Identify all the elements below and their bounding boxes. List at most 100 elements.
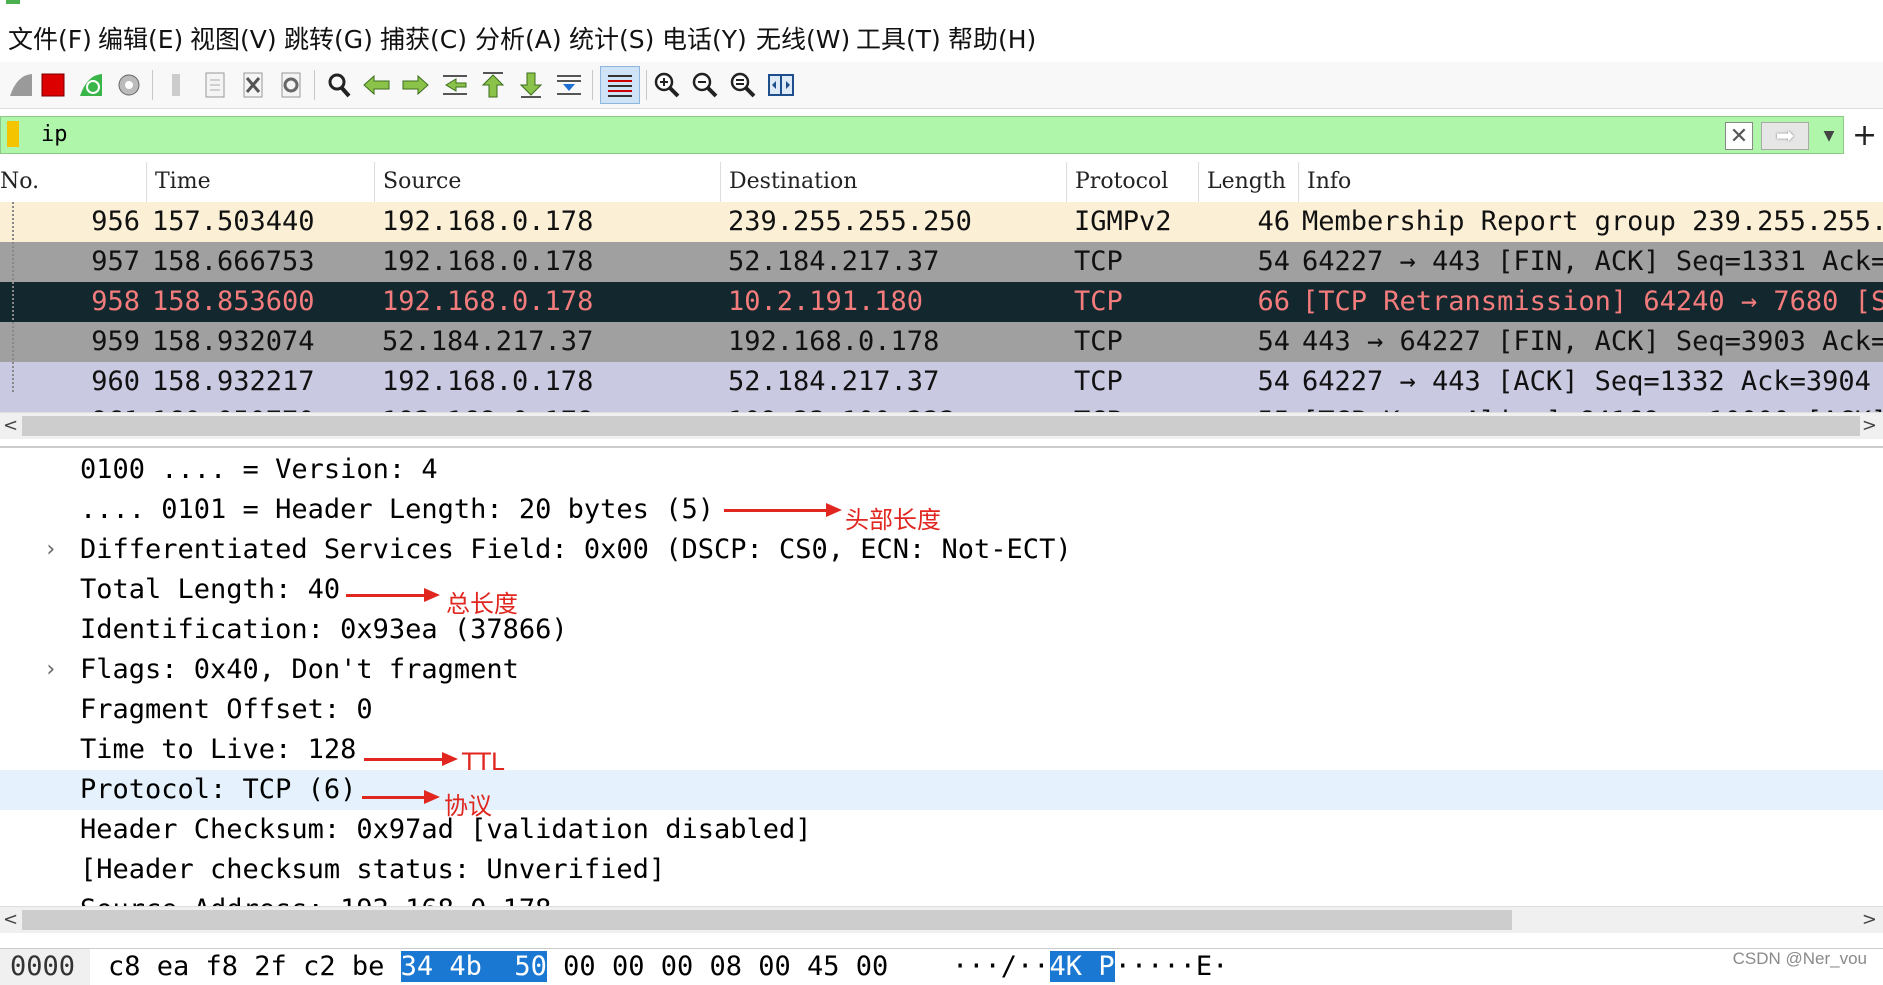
menu-bar: 文件(F) 编辑(E) 视图(V) 跳转(G) 捕获(C) 分析(A) 统计(S… (0, 12, 1883, 60)
details-hscroll[interactable]: < > (0, 906, 1883, 933)
reload-file-icon[interactable] (274, 68, 308, 102)
detail-line[interactable]: .... 0101 = Header Length: 20 bytes (5) (0, 490, 1883, 530)
zoom-in-icon[interactable] (650, 68, 684, 102)
add-filter-button-icon[interactable]: + (1852, 118, 1877, 153)
detail-line[interactable]: Time to Live: 128 (0, 730, 1883, 770)
normal-size-icon[interactable] (726, 68, 760, 102)
go-to-packet-icon[interactable] (438, 68, 472, 102)
cell-no: 959 (91, 326, 140, 357)
packet-bytes-pane: 0000 c8 ea f8 2f c2 be 34 4b 50 00 00 00… (0, 948, 1883, 985)
display-filter-bar: ip ✕ ➡ ▼ + (0, 116, 1883, 154)
column-header-no[interactable]: No. (0, 162, 138, 202)
detail-line[interactable]: › Flags: 0x40, Don't fragment (0, 650, 1883, 690)
packet-row[interactable]: 958 158.853600 192.168.0.178 10.2.191.180 TC… (0, 282, 1883, 322)
menu-capture[interactable]: 捕获(C) (380, 20, 467, 56)
packet-row[interactable]: 957 158.666753 192.168.0.178 52.184.217.37 T… (0, 242, 1883, 282)
packet-row[interactable]: 959 158.932074 52.184.217.37 192.168.0.178 T… (0, 322, 1883, 362)
cell-protocol: TCP (1074, 326, 1123, 357)
packet-row[interactable]: 961 160.050770 192.168.0.178 109.23.100.222… (0, 402, 1883, 412)
autoscroll-icon[interactable] (552, 68, 586, 102)
packet-list-hscroll[interactable]: < > (0, 412, 1883, 439)
stop-capture-icon[interactable] (36, 68, 70, 102)
scroll-left-icon[interactable]: < (3, 907, 18, 933)
expand-chevron-icon[interactable]: › (44, 530, 57, 570)
clear-filter-icon[interactable]: ✕ (1725, 122, 1753, 150)
detail-line[interactable]: Fragment Offset: 0 (0, 690, 1883, 730)
file-set-icon[interactable] (198, 68, 232, 102)
close-file-icon[interactable] (236, 68, 270, 102)
column-header-time[interactable]: Time (146, 162, 374, 202)
ascii-bytes: ·····E· (1114, 951, 1229, 982)
resize-columns-icon[interactable] (764, 68, 798, 102)
expand-chevron-icon[interactable]: › (44, 650, 57, 690)
colorize-icon[interactable] (600, 66, 640, 104)
shark-fin-icon[interactable] (4, 68, 38, 102)
last-packet-icon[interactable] (514, 68, 548, 102)
detail-line[interactable]: Header Checksum: 0x97ad [validation disa… (0, 810, 1883, 850)
menu-edit[interactable]: 编辑(E) (98, 20, 183, 56)
detail-line[interactable]: [Header checksum status: Unverified] (0, 850, 1883, 890)
find-packet-icon[interactable] (322, 68, 356, 102)
annotation-arrow (364, 752, 458, 766)
filter-history-dropdown-icon[interactable]: ▼ (1817, 122, 1841, 150)
bytes-ascii[interactable]: ···/··4K P·····E· (952, 949, 1228, 985)
column-header-destination[interactable]: Destination (720, 162, 1066, 202)
cell-protocol: TCP (1074, 366, 1123, 397)
cell-protocol: TCP (1074, 246, 1123, 277)
scroll-right-icon[interactable]: > (1862, 413, 1877, 439)
go-back-icon[interactable] (360, 68, 394, 102)
menu-statistics[interactable]: 统计(S) (569, 20, 654, 56)
hex-bytes-selected: 34 4b 50 (400, 951, 547, 982)
restart-capture-icon[interactable] (74, 68, 108, 102)
column-header-protocol[interactable]: Protocol (1066, 162, 1198, 202)
cell-destination: 192.168.0.178 (728, 326, 940, 357)
zoom-out-icon[interactable] (688, 68, 722, 102)
menu-view[interactable]: 视图(V) (190, 20, 277, 56)
cell-destination: 109.23.100.222 (728, 402, 956, 412)
menu-wireless[interactable]: 无线(W) (756, 20, 850, 56)
scroll-thumb[interactable] (22, 910, 1512, 930)
toolbar-separator (592, 70, 593, 100)
capture-options-icon[interactable] (112, 68, 146, 102)
open-file-icon[interactable] (160, 68, 194, 102)
filter-bookmark-icon[interactable] (7, 121, 19, 147)
column-header-length[interactable]: Length (1198, 162, 1298, 202)
menu-help[interactable]: 帮助(H) (948, 20, 1036, 56)
cell-protocol: TCP (1074, 402, 1123, 412)
detail-line[interactable]: Total Length: 40 (0, 570, 1883, 610)
display-filter-input[interactable]: ip ✕ ➡ ▼ (0, 116, 1844, 154)
apply-filter-arrow-icon[interactable]: ➡ (1761, 122, 1809, 150)
go-forward-icon[interactable] (398, 68, 432, 102)
ascii-bytes-selected: 4K P (1049, 951, 1115, 982)
menu-telephony[interactable]: 电话(Y) (662, 20, 747, 56)
scroll-thumb[interactable] (22, 416, 1860, 436)
detail-line[interactable]: › Differentiated Services Field: 0x00 (DS… (0, 530, 1883, 570)
cell-info: 64227 → 443 [FIN, ACK] Seq=1331 Ack=3903 (1302, 246, 1883, 277)
cell-source: 192.168.0.178 (382, 402, 593, 412)
app-icon (6, 0, 20, 4)
detail-line[interactable]: 0100 .... = Version: 4 (0, 450, 1883, 490)
menu-go[interactable]: 跳转(G) (284, 20, 373, 56)
annotation-arrow (362, 790, 440, 804)
cell-length: 66 (1257, 286, 1290, 317)
hex-bytes: 00 00 00 08 00 45 00 (546, 951, 889, 982)
packet-row[interactable]: 956 157.503440 192.168.0.178 239.255.255.25… (0, 202, 1883, 242)
column-header-source[interactable]: Source (374, 162, 720, 202)
scroll-right-icon[interactable]: > (1862, 907, 1877, 933)
cell-time: 158.932217 (152, 366, 315, 397)
annotation-header-length: 头部长度 (845, 506, 941, 534)
bytes-hex[interactable]: c8 ea f8 2f c2 be 34 4b 50 00 00 00 08 0… (108, 949, 888, 985)
filter-text[interactable]: ip (41, 122, 68, 147)
packet-row[interactable]: 960 158.932217 192.168.0.178 52.184.217.37 T… (0, 362, 1883, 402)
menu-tools[interactable]: 工具(T) (856, 20, 941, 56)
detail-line[interactable]: Identification: 0x93ea (37866) (0, 610, 1883, 650)
scroll-left-icon[interactable]: < (3, 413, 18, 439)
detail-line[interactable]: Protocol: TCP (6) (0, 770, 1883, 810)
menu-file[interactable]: 文件(F) (8, 20, 92, 56)
annotation-protocol: 协议 (444, 792, 492, 820)
cell-source: 52.184.217.37 (382, 326, 594, 357)
menu-analyze[interactable]: 分析(A) (475, 20, 562, 56)
first-packet-icon[interactable] (476, 68, 510, 102)
column-header-info[interactable]: Info (1298, 162, 1883, 202)
cell-info: Membership Report group 239.255.255.250 (1302, 206, 1883, 237)
